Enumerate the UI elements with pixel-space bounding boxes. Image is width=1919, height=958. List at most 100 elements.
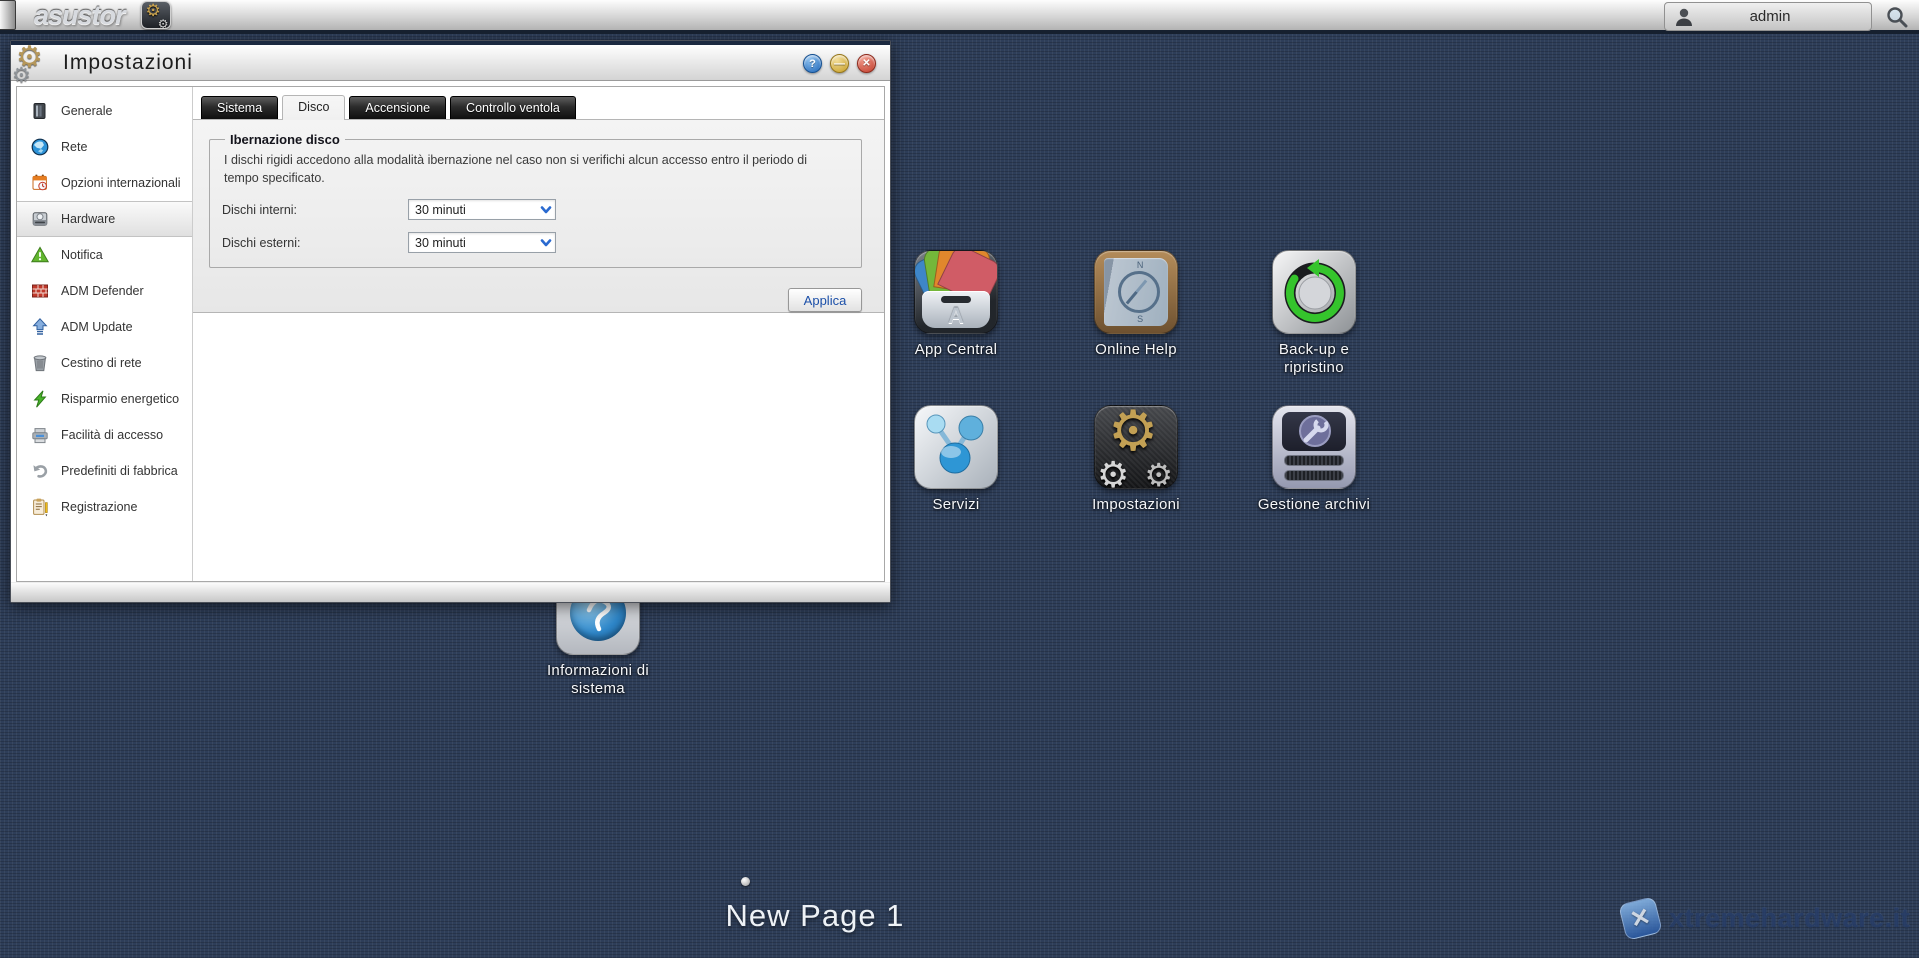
window-titlebar[interactable]: ⚙ ⚙ Impostazioni ? — ✕ [11, 40, 890, 87]
selected-value: 30 minuti [415, 235, 466, 250]
sidebar-item-label: Hardware [61, 211, 116, 226]
desktop-icon-label: Online Help [1095, 341, 1177, 358]
help-button[interactable]: ? [803, 54, 822, 73]
storage-manager-icon [1272, 405, 1356, 489]
internal-disks-select[interactable]: 30 minuti [408, 199, 556, 220]
sidebar-item-label: ADM Defender [61, 283, 144, 298]
settings-gears-icon: ⚙ ⚙ [12, 40, 43, 87]
hard-disk-icon [32, 212, 48, 226]
desktop-icon-gestione-archivi[interactable]: Gestione archivi [1239, 405, 1389, 514]
backup-restore-icon [1272, 250, 1356, 334]
window-title: Impostazioni [63, 50, 193, 74]
tab-accensione[interactable]: Accensione [349, 96, 447, 119]
settings-sidebar: Generale Rete Opzioni internazionali Har… [17, 87, 193, 581]
sidebar-item-label: Rete [61, 139, 88, 154]
warning-icon [30, 246, 50, 263]
xtremehardware-x-icon: ✕ [1618, 896, 1663, 941]
lightning-icon [33, 390, 47, 408]
taskbar-item-impostazioni[interactable]: ⚙ ⚙ [140, 1, 171, 29]
desktop-icon-label: Impostazioni [1092, 496, 1180, 513]
sidebar-item-label: Predefiniti di fabbrica [61, 463, 178, 478]
minimize-button[interactable]: — [830, 54, 849, 73]
desktop-icon-label: App Central [914, 341, 998, 358]
asustor-logo: asustor [34, 0, 126, 30]
printer-icon [32, 428, 48, 444]
window-footer [11, 582, 890, 602]
sidebar-item-label: Opzioni internazionali [61, 175, 181, 190]
watermark-text: xtremehardware.it [1669, 903, 1911, 933]
desktop-icon-label: Gestione archivi [1257, 496, 1371, 513]
sidebar-item-registrazione[interactable]: Registrazione [17, 489, 192, 525]
sidebar-item-label: Cestino di rete [61, 355, 142, 370]
server-icon [33, 103, 46, 119]
desktop-icon-online-help[interactable]: NS Online Help [1061, 250, 1211, 359]
fieldset-legend: Ibernazione disco [230, 132, 340, 147]
page-name-label: New Page 1 [725, 898, 905, 933]
settings-gears-icon: ⚙ ⚙ ⚙ [1094, 405, 1178, 489]
update-arrow-icon [32, 318, 48, 335]
desktop-icon-impostazioni[interactable]: ⚙ ⚙ ⚙ Impostazioni [1061, 405, 1211, 514]
sidebar-item-generale[interactable]: Generale [17, 93, 192, 129]
internal-disks-label: Dischi interni: [222, 202, 298, 217]
online-help-book-compass-icon: NS [1094, 250, 1178, 334]
desktop-icon-label: Back-up e ripristino [1278, 341, 1350, 376]
firewall-icon [32, 284, 48, 298]
calendar-clock-icon [32, 174, 47, 191]
sidebar-item-label: Generale [61, 103, 113, 118]
sidebar-item-risparmio-energetico[interactable]: Risparmio energetico [17, 381, 192, 417]
desktop-icon-servizi[interactable]: Servizi [881, 405, 1031, 514]
sidebar-item-rete[interactable]: Rete [17, 129, 192, 165]
search-button[interactable] [1885, 5, 1909, 29]
chevron-down-icon [537, 238, 555, 248]
settings-window: ⚙ ⚙ Impostazioni ? — ✕ Generale Rete Opzi… [10, 40, 891, 603]
sidebar-item-label: ADM Update [61, 319, 133, 334]
close-button[interactable]: ✕ [857, 54, 876, 73]
apply-button[interactable]: Applica [788, 288, 862, 312]
user-menu[interactable]: admin [1664, 2, 1872, 31]
sidebar-item-notifica[interactable]: Notifica [17, 237, 192, 273]
topbar: asustor ⚙ ⚙ admin [0, 0, 1919, 34]
selected-value: 30 minuti [415, 202, 466, 217]
disk-tab-panel: Ibernazione disco I dischi rigidi accedo… [193, 119, 884, 313]
gear-icon: ⚙ [157, 17, 169, 29]
hibernation-fieldset: Ibernazione disco I dischi rigidi accedo… [209, 132, 862, 268]
external-disks-label: Dischi esterni: [222, 235, 301, 250]
sidebar-item-label: Facilità di accesso [61, 427, 164, 442]
settings-main-area: Sistema Disco Accensione Controllo vento… [193, 87, 884, 581]
sidebar-item-adm-defender[interactable]: ADM Defender [17, 273, 192, 309]
desktop-icon-backup[interactable]: Back-up e ripristino [1239, 250, 1389, 377]
panel-grip-handle[interactable] [0, 0, 16, 30]
internal-disks-row: Dischi interni: 30 minuti [222, 199, 849, 220]
services-molecule-icon [914, 405, 998, 489]
undo-icon [33, 465, 48, 478]
tab-strip: Sistema Disco Accensione Controllo vento… [201, 95, 884, 120]
username-label: admin [1749, 8, 1791, 25]
sidebar-item-predefiniti-di-fabbrica[interactable]: Predefiniti di fabbrica [17, 453, 192, 489]
clipboard-icon [33, 498, 48, 517]
search-icon [1887, 7, 1908, 28]
desktop-icon-label: Informazioni di sistema [546, 662, 650, 697]
sidebar-item-hardware[interactable]: Hardware [17, 201, 192, 237]
desktop-icon-app-central[interactable]: A App Central [881, 250, 1031, 359]
desktop-icon-label: Servizi [932, 496, 980, 513]
external-disks-row: Dischi esterni: 30 minuti [222, 232, 849, 253]
sidebar-item-cestino-di-rete[interactable]: Cestino di rete [17, 345, 192, 381]
xtremehardware-watermark: ✕ xtremehardware.it [1618, 896, 1911, 941]
tab-sistema[interactable]: Sistema [201, 96, 279, 119]
trash-icon [33, 355, 47, 372]
external-disks-select[interactable]: 30 minuti [408, 232, 556, 253]
hibernation-description: I dischi rigidi accedono alla modalità i… [224, 153, 807, 185]
sidebar-item-opzioni-internazionali[interactable]: Opzioni internazionali [17, 165, 192, 201]
sidebar-item-label: Registrazione [61, 499, 138, 514]
sidebar-item-facilita-di-accesso[interactable]: Facilità di accesso [17, 417, 192, 453]
page-indicator-dot[interactable] [741, 877, 750, 886]
globe-icon [31, 138, 49, 156]
chevron-down-icon [537, 205, 555, 215]
user-icon [1676, 8, 1692, 26]
tab-controllo-ventola[interactable]: Controllo ventola [450, 96, 576, 119]
tab-disco[interactable]: Disco [282, 95, 346, 120]
sidebar-item-label: Risparmio energetico [61, 391, 180, 406]
sidebar-item-adm-update[interactable]: ADM Update [17, 309, 192, 345]
sidebar-item-label: Notifica [61, 247, 103, 262]
app-central-icon: A [914, 250, 998, 334]
